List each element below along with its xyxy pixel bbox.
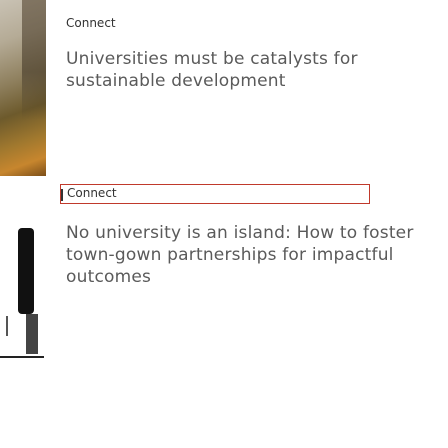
article-title[interactable]: Universities must be catalysts for susta… bbox=[66, 48, 426, 92]
article-category[interactable]: Connect bbox=[67, 186, 117, 200]
article-thumbnail[interactable] bbox=[0, 222, 46, 378]
article-category[interactable]: Connect bbox=[66, 16, 116, 30]
article-category-box[interactable]: Connect bbox=[60, 184, 370, 204]
cursor-caret bbox=[61, 189, 63, 201]
article-thumbnail[interactable] bbox=[0, 0, 46, 176]
article-card[interactable]: Connect No university is an island: How … bbox=[0, 180, 448, 448]
article-card[interactable]: Connect Universities must be catalysts f… bbox=[0, 0, 448, 180]
article-title[interactable]: No university is an island: How to foste… bbox=[66, 222, 426, 288]
